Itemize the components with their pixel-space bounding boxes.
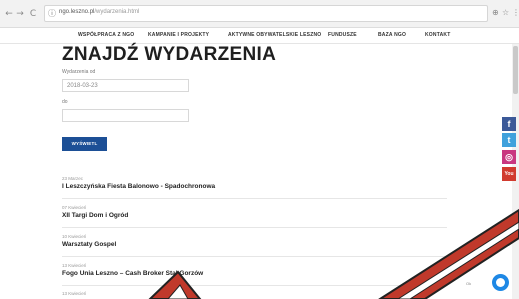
back-icon[interactable]: ← xyxy=(4,8,14,20)
url-host: ngo.leszno.pl xyxy=(59,9,95,15)
event-date: 13 Kwiecień xyxy=(62,263,87,268)
from-date-value: 2018-03-23 xyxy=(67,83,98,89)
nav-item-baza[interactable]: BAZA NGO xyxy=(378,32,406,38)
nav-item-wspolpraca[interactable]: WSPÓŁPRACA Z NGO xyxy=(78,32,134,38)
event-date: 07 Kwiecień xyxy=(62,205,87,210)
nav-item-kampanie[interactable]: KAMPANIE I PROJEKTY xyxy=(148,32,209,38)
from-date-label: Wydarzenia od xyxy=(62,69,96,75)
facebook-icon[interactable]: f xyxy=(502,117,516,131)
event-title[interactable]: XII Targi Dom i Ogród xyxy=(62,212,447,219)
to-date-input[interactable] xyxy=(62,109,189,122)
nav-item-fundusze[interactable]: FUNDUSZE xyxy=(328,32,357,38)
event-item[interactable]: 10 Kwiecień Warsztaty Gospel xyxy=(62,234,447,248)
event-date: 10 Kwiecień xyxy=(62,234,87,239)
forward-icon[interactable]: → xyxy=(15,8,25,20)
reload-icon[interactable]: C xyxy=(28,8,38,20)
youtube-icon[interactable]: You xyxy=(502,167,516,181)
twitter-icon[interactable]: t xyxy=(502,133,516,147)
event-title[interactable]: I Leszczyńska Fiesta Balonowo - Spadochr… xyxy=(62,183,447,190)
url-path: /wydarzenia.html xyxy=(94,9,140,15)
event-item[interactable]: 13 Kwiecień xyxy=(62,291,447,298)
browser-menu-icon[interactable]: ⋮ xyxy=(512,8,519,17)
site-nav: WSPÓŁPRACA Z NGO KAMPANIE I PROJEKTY AKT… xyxy=(0,28,519,44)
event-item[interactable]: 07 Kwiecień XII Targi Dom i Ogród xyxy=(62,205,447,219)
event-divider xyxy=(62,285,447,286)
nav-item-aktywne[interactable]: AKTYWNE OBYWATELSKIE LESZNO xyxy=(228,32,321,38)
event-divider xyxy=(62,198,447,199)
to-date-label: do xyxy=(62,99,68,105)
messenger-chat-icon[interactable] xyxy=(492,274,509,291)
address-bar[interactable]: ⓘ ngo.leszno.pl/wydarzenia.html xyxy=(44,5,488,22)
scrollbar-thumb[interactable] xyxy=(513,46,518,94)
show-events-button[interactable]: WYŚWIETL xyxy=(62,137,107,151)
event-title[interactable]: Warsztaty Gospel xyxy=(62,241,447,248)
event-item[interactable]: 23 Marzec I Leszczyńska Fiesta Balonowo … xyxy=(62,176,447,190)
cookie-text: Ok xyxy=(466,281,472,286)
bookmark-star-icon[interactable]: ☆ xyxy=(502,8,509,17)
page-title: ZNAJDŹ WYDARZENIA xyxy=(62,44,277,65)
site-info-icon[interactable]: ⓘ xyxy=(48,8,56,19)
url-text: ngo.leszno.pl/wydarzenia.html xyxy=(59,9,139,15)
event-item[interactable]: 13 Kwiecień Fogo Unia Leszno – Cash Brok… xyxy=(62,263,447,277)
event-title[interactable]: Fogo Unia Leszno – Cash Broker Stal Gorz… xyxy=(62,270,447,277)
instagram-icon[interactable]: ◎ xyxy=(502,150,516,164)
browser-toolbar: ← → C ⓘ ngo.leszno.pl/wydarzenia.html ⊕ … xyxy=(0,0,519,28)
event-divider xyxy=(62,227,447,228)
event-date: 23 Marzec xyxy=(62,176,84,181)
event-divider xyxy=(62,256,447,257)
from-date-input[interactable]: 2018-03-23 xyxy=(62,79,189,92)
nav-item-kontakt[interactable]: KONTAKT xyxy=(425,32,450,38)
event-date: 13 Kwiecień xyxy=(62,291,87,296)
zoom-icon[interactable]: ⊕ xyxy=(492,8,499,17)
messenger-bubble xyxy=(496,278,505,287)
